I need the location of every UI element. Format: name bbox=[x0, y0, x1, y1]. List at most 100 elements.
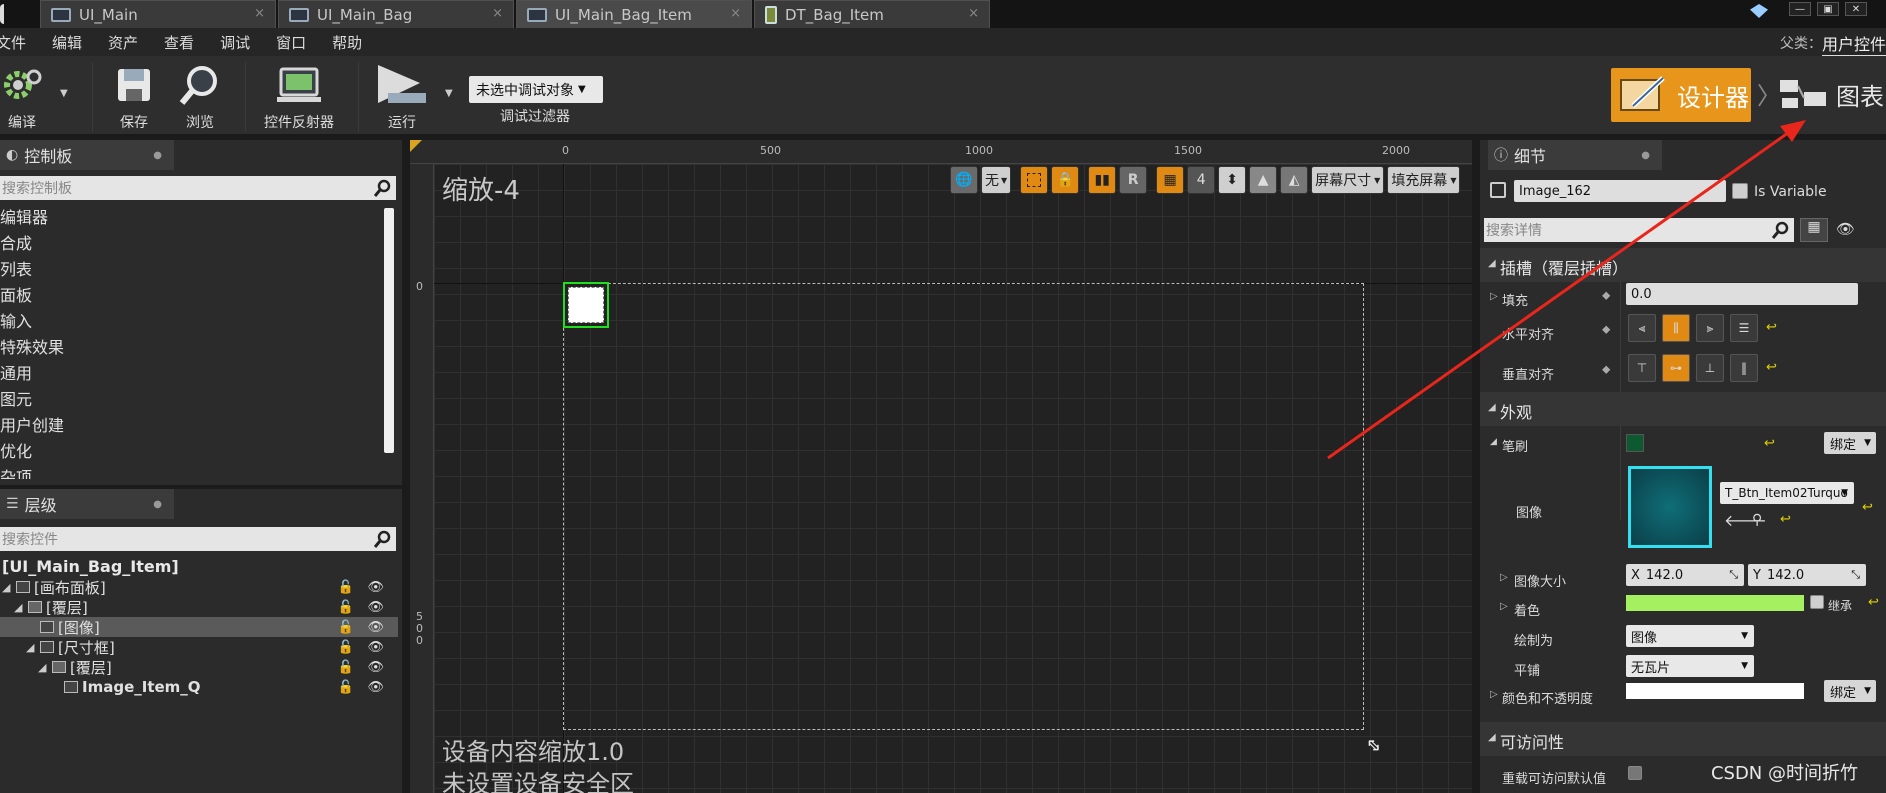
menu-edit[interactable]: 编辑 bbox=[52, 32, 82, 53]
expand-triangle-icon[interactable]: ▷ bbox=[1500, 572, 1508, 583]
close-icon[interactable]: ● bbox=[153, 150, 162, 161]
tint-color-bar[interactable] bbox=[1626, 595, 1804, 611]
tree-row-image-item-q[interactable]: Image_Item_Q 🔓 👁 bbox=[0, 677, 398, 697]
reset-default-icon[interactable]: ↩ bbox=[1868, 595, 1879, 610]
pin-icon[interactable]: ⬥ bbox=[1602, 288, 1610, 303]
v-align-center-button[interactable]: ⊶ bbox=[1662, 354, 1690, 382]
padding-input[interactable]: 0.0 bbox=[1626, 283, 1858, 305]
flip-icon[interactable]: ◭ bbox=[1280, 166, 1309, 194]
palette-category[interactable]: 面板 bbox=[0, 283, 380, 309]
minimize-button[interactable]: — bbox=[1789, 2, 1811, 16]
palette-category[interactable]: 优化 bbox=[0, 439, 380, 465]
localization-select[interactable]: 无 ▼ bbox=[981, 166, 1012, 194]
brush-bind-button[interactable]: 绑定 bbox=[1824, 432, 1876, 454]
palette-tab[interactable]: ◐ 控制板 ● bbox=[0, 140, 174, 170]
close-window-button[interactable]: ✕ bbox=[1845, 2, 1867, 16]
eye-icon[interactable]: 👁 bbox=[367, 680, 384, 695]
tree-row-size-box[interactable]: ◢ [尺寸框] 🔓 👁 bbox=[0, 637, 398, 657]
grid-snap-toggle[interactable]: ▦ bbox=[1156, 166, 1185, 194]
menu-window[interactable]: 窗口 bbox=[276, 32, 306, 53]
run-button[interactable]: 运行 bbox=[376, 60, 428, 132]
tab-ui-main-bag-item[interactable]: UI_Main_Bag_Item × bbox=[516, 0, 752, 28]
parent-class-link[interactable]: 用户控件 bbox=[1821, 31, 1886, 56]
debug-object-select[interactable]: 未选中调试对象 ▼ bbox=[469, 76, 603, 103]
accessibility-section-header[interactable]: ◢ 可访问性 bbox=[1480, 722, 1886, 756]
close-icon[interactable]: ● bbox=[1641, 150, 1650, 161]
run-dropdown-icon[interactable]: ▼ bbox=[445, 88, 453, 99]
designer-viewport[interactable]: 0 500 1000 1500 2000 0 5 0 0 1 ⇔ 缩放-4 🌐 … bbox=[410, 140, 1472, 793]
color-bind-button[interactable]: 绑定 bbox=[1824, 680, 1876, 702]
selected-widget[interactable] bbox=[563, 282, 609, 328]
palette-category[interactable]: 输入 bbox=[0, 309, 380, 335]
r-toggle[interactable]: R bbox=[1119, 166, 1148, 194]
source-control-icon[interactable] bbox=[1750, 4, 1768, 18]
hierarchy-root[interactable]: [UI_Main_Bag_Item] bbox=[2, 557, 179, 576]
inherit-checkbox[interactable] bbox=[1810, 595, 1824, 609]
image-preview-icon[interactable]: ▲ bbox=[1249, 166, 1278, 194]
eye-icon[interactable]: 👁 bbox=[367, 600, 384, 615]
close-icon[interactable]: × bbox=[730, 6, 741, 21]
widget-name-input[interactable]: Image_162 bbox=[1514, 180, 1726, 202]
close-icon[interactable]: ● bbox=[153, 499, 162, 510]
h-align-center-button[interactable]: ⫼ bbox=[1662, 314, 1690, 342]
appearance-section-header[interactable]: ◢ 外观 bbox=[1480, 392, 1886, 426]
menu-view[interactable]: 查看 bbox=[164, 32, 194, 53]
h-align-fill-button[interactable]: ☰ bbox=[1730, 314, 1758, 342]
tab-dt-bag-item[interactable]: DT_Bag_Item × bbox=[754, 0, 990, 28]
save-button[interactable]: 保存 bbox=[114, 60, 154, 132]
slot-section-header[interactable]: ◢ 插槽（覆层插槽） bbox=[1480, 248, 1886, 282]
expand-triangle-icon[interactable]: ◢ bbox=[2, 581, 16, 594]
image-size-x-input[interactable]: X 142.0 ⤡ bbox=[1626, 564, 1744, 586]
brush-color-swatch[interactable] bbox=[1626, 434, 1644, 452]
maximize-button[interactable]: ▣ bbox=[1817, 2, 1839, 16]
palette-search-input[interactable]: 搜索控制板 bbox=[0, 176, 396, 200]
eye-icon[interactable]: 👁 bbox=[367, 580, 384, 595]
lock-icon[interactable]: 🔓 bbox=[338, 620, 354, 635]
pin-icon[interactable]: ⬥ bbox=[1602, 322, 1610, 337]
reset-default-icon[interactable]: ↩ bbox=[1766, 320, 1777, 335]
v-align-top-button[interactable]: ⊤ bbox=[1628, 354, 1656, 382]
compile-dropdown-icon[interactable]: ▼ bbox=[60, 88, 68, 99]
collapse-triangle-icon[interactable]: ◢ bbox=[1490, 437, 1497, 447]
image-asset-select[interactable]: T_Btn_Item02Turquo bbox=[1720, 482, 1854, 504]
menu-asset[interactable]: 资产 bbox=[108, 32, 138, 53]
menu-help[interactable]: 帮助 bbox=[332, 32, 362, 53]
h-align-left-button[interactable]: ⫷ bbox=[1628, 314, 1656, 342]
details-tab[interactable]: ⓘ 细节 ● bbox=[1488, 140, 1662, 170]
tab-ui-main[interactable]: UI_Main × bbox=[40, 0, 276, 28]
tree-row-overlay-2[interactable]: ◢ [覆层] 🔓 👁 bbox=[0, 657, 398, 677]
lock-icon[interactable]: 🔓 bbox=[338, 640, 354, 655]
browse-asset-icon[interactable]: ⚲ bbox=[1752, 512, 1762, 528]
reset-default-icon[interactable]: ↩ bbox=[1764, 436, 1775, 451]
palette-category[interactable]: 通用 bbox=[0, 361, 380, 387]
menu-debug[interactable]: 调试 bbox=[220, 32, 250, 53]
palette-category[interactable]: 特殊效果 bbox=[0, 335, 380, 361]
designer-mode-button[interactable]: 设计器 bbox=[1611, 68, 1751, 122]
outline-toggle[interactable] bbox=[1020, 166, 1049, 194]
hierarchy-search-input[interactable]: 搜索控件 bbox=[0, 527, 396, 551]
eye-icon[interactable]: 👁 bbox=[1836, 220, 1855, 238]
reset-default-icon[interactable]: ↩ bbox=[1780, 512, 1791, 527]
draw-as-select[interactable]: 图像 bbox=[1626, 625, 1754, 647]
property-matrix-icon[interactable]: ▦ bbox=[1800, 218, 1828, 242]
expand-triangle-icon[interactable]: ▷ bbox=[1500, 601, 1508, 612]
palette-scrollbar[interactable] bbox=[384, 208, 394, 453]
eye-icon[interactable]: 👁 bbox=[367, 640, 384, 655]
color-opacity-bar[interactable] bbox=[1626, 683, 1804, 699]
v-align-bottom-button[interactable]: ⊥ bbox=[1696, 354, 1724, 382]
tree-row-overlay[interactable]: ◢ [覆层] 🔓 👁 bbox=[0, 597, 398, 617]
reset-default-icon[interactable]: ↩ bbox=[1766, 360, 1777, 375]
close-icon[interactable]: × bbox=[492, 6, 503, 21]
pin-icon[interactable]: ⬥ bbox=[1602, 362, 1610, 377]
lock-icon[interactable]: 🔓 bbox=[338, 680, 354, 695]
globe-icon[interactable]: 🌐 bbox=[950, 166, 978, 194]
transform-icon[interactable]: ⬍ bbox=[1218, 166, 1247, 194]
close-icon[interactable]: × bbox=[254, 6, 265, 21]
grid-size-select[interactable]: 4 bbox=[1187, 166, 1216, 194]
tab-ui-main-bag[interactable]: UI_Main_Bag × bbox=[278, 0, 514, 28]
tree-row-canvas-panel[interactable]: ◢ [画布面板] 🔓 👁 bbox=[0, 577, 398, 597]
eye-icon[interactable]: 👁 bbox=[367, 660, 384, 675]
palette-category[interactable]: 列表 bbox=[0, 257, 380, 283]
screen-size-select[interactable]: 屏幕尺寸 ▼ bbox=[1311, 166, 1385, 194]
override-accessible-checkbox[interactable] bbox=[1628, 766, 1642, 780]
